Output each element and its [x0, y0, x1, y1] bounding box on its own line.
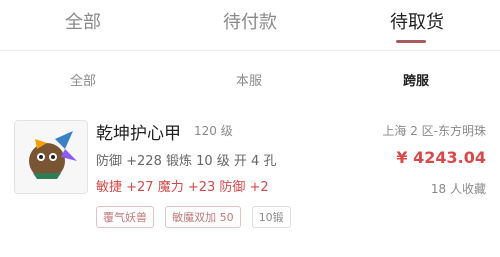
server-filter: 全部 本服 跨服 — [0, 62, 500, 92]
price: ¥ 4243.04 — [396, 148, 486, 167]
item-level: 120 级 — [194, 124, 233, 138]
tab-pending-pickup[interactable]: 待取货 — [357, 8, 477, 34]
attributes-line-2: 敏捷 +27 魔力 +23 防御 +2 — [96, 180, 269, 195]
active-tab-indicator — [396, 40, 426, 43]
tab-pending-payment[interactable]: 待付款 — [190, 8, 310, 34]
server-name: 上海 2 区-东方明珠 — [382, 124, 486, 138]
item-title: 乾坤护心甲 — [96, 124, 181, 144]
subtab-cross-server[interactable]: 跨服 — [366, 70, 466, 89]
order-tabs: 全部 待付款 待取货 — [0, 0, 500, 51]
subtab-this-server[interactable]: 本服 — [199, 70, 299, 89]
tag-list: 覆气妖兽 敏魔双加 50 10锻 — [96, 206, 297, 228]
tag: 敏魔双加 50 — [165, 206, 241, 228]
attributes-line-1: 防御 +228 锻炼 10 级 开 4 孔 — [96, 154, 277, 169]
tab-all[interactable]: 全部 — [23, 8, 143, 34]
item-thumbnail[interactable] — [14, 120, 88, 194]
list-item[interactable]: 乾坤护心甲 120 级 上海 2 区-东方明珠 防御 +228 锻炼 10 级 … — [0, 104, 500, 234]
tag: 覆气妖兽 — [96, 206, 154, 228]
tag: 10锻 — [251, 206, 291, 228]
collect-count: 18 人收藏 — [430, 182, 486, 196]
subtab-all[interactable]: 全部 — [33, 70, 133, 89]
armor-icon — [15, 121, 87, 193]
